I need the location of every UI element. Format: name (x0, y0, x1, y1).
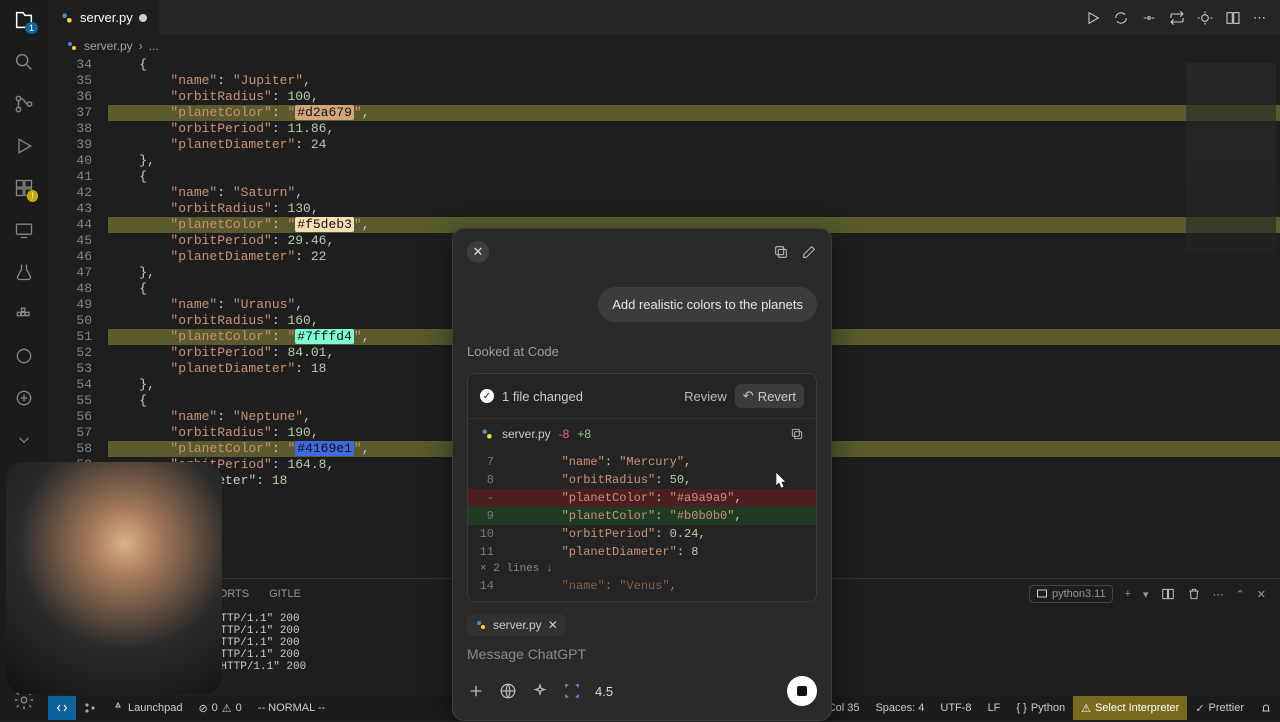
testing-icon[interactable] (12, 260, 36, 284)
explorer-icon[interactable]: 1 (12, 8, 36, 32)
copy-diff-icon[interactable] (790, 427, 804, 441)
status-encoding[interactable]: UTF-8 (932, 696, 979, 720)
ai-looked: Looked at Code (467, 344, 817, 359)
diff-line: 11 "planetDiameter": 8 (468, 543, 816, 561)
tab-filename: server.py (80, 10, 133, 25)
code-line[interactable]: "orbitRadius": 130, (108, 201, 1280, 217)
target-icon[interactable] (563, 682, 581, 700)
plus-icon[interactable] (467, 682, 485, 700)
check-icon: ✓ (480, 389, 494, 403)
edit-icon[interactable] (801, 244, 817, 260)
extensions-icon[interactable]: ! (12, 176, 36, 200)
code-line[interactable]: "orbitPeriod": 11.86, (108, 121, 1280, 137)
chevron-right-icon: › (139, 39, 143, 53)
run-debug-icon[interactable] (12, 134, 36, 158)
code-line[interactable]: }, (108, 153, 1280, 169)
code-line[interactable]: "name": "Saturn", (108, 185, 1280, 201)
breadcrumb-rest: ... (149, 39, 159, 53)
more-icon[interactable]: ⋯ (1253, 10, 1266, 26)
code-line[interactable]: "planetColor": "#d2a679", (108, 105, 1280, 121)
webcam-overlay (6, 462, 222, 694)
vim-mode: -- NORMAL -- (250, 696, 333, 720)
diff-line: 7 "name": "Mercury", (468, 453, 816, 471)
misc-icon-1[interactable] (12, 344, 36, 368)
docker-icon[interactable] (12, 302, 36, 326)
split-icon[interactable] (1225, 10, 1241, 26)
error-icon: ⊘ (198, 702, 207, 715)
status-sync[interactable] (76, 696, 104, 720)
code-line[interactable]: "planetDiameter": 24 (108, 137, 1280, 153)
run-icon[interactable] (1085, 10, 1101, 26)
tab-bar: server.py ⋯ (48, 0, 1280, 35)
code-line[interactable]: "orbitRadius": 100, (108, 89, 1280, 105)
status-spaces[interactable]: Spaces: 4 (867, 696, 932, 720)
ai-prompt: Add realistic colors to the planets (598, 287, 817, 322)
copy-icon[interactable] (773, 244, 789, 260)
source-control-icon[interactable] (12, 92, 36, 116)
model-label[interactable]: 4.5 (595, 684, 613, 699)
tab-server-py[interactable]: server.py (48, 0, 159, 35)
diff-filename: server.py (502, 427, 551, 441)
refresh-icon[interactable] (1113, 10, 1129, 26)
ai-input[interactable]: Message ChatGPT (467, 646, 817, 662)
sparkle-icon[interactable] (531, 682, 549, 700)
diff-line: 8 "orbitRadius": 50, (468, 471, 816, 489)
status-launchpad[interactable]: Launchpad (104, 696, 190, 720)
diff-line: 10 "orbitPeriod": 0.24, (468, 525, 816, 543)
breadcrumb[interactable]: server.py › ... (48, 35, 1280, 57)
remote-indicator[interactable] (48, 696, 76, 720)
trash-icon[interactable] (1187, 587, 1201, 601)
status-lang[interactable]: { } Python (1008, 696, 1073, 720)
misc-icon-2[interactable] (12, 386, 36, 410)
diff-fold[interactable]: × 2 lines ↓ (468, 561, 816, 577)
maximize-icon[interactable]: ⌃ (1236, 588, 1245, 601)
code-line[interactable]: { (108, 57, 1280, 73)
minimap[interactable] (1186, 63, 1276, 253)
close-icon[interactable]: ✕ (467, 241, 489, 263)
terminal-env-icon[interactable]: python3.11 (1029, 585, 1113, 603)
chip-close-icon[interactable]: ✕ (548, 618, 558, 632)
more-icon[interactable]: ⋯ (1213, 588, 1224, 601)
globe-icon[interactable] (499, 682, 517, 700)
review-button[interactable]: Review (684, 389, 727, 404)
diff-line: 9 "planetColor": "#b0b0b0", (468, 507, 816, 525)
changed-label: 1 file changed (502, 389, 583, 404)
status-eol[interactable]: LF (980, 696, 1009, 720)
collapse-icon[interactable] (12, 428, 36, 452)
editor-actions: ⋯ (1085, 10, 1280, 26)
tab-dirty-dot-icon (139, 14, 147, 22)
step-icon[interactable] (1141, 10, 1157, 26)
bug-icon[interactable] (1197, 10, 1213, 26)
ai-panel: ✕ Add realistic colors to the planets Lo… (452, 228, 832, 721)
code-line[interactable]: { (108, 169, 1280, 185)
terminal-add-icon[interactable]: + (1125, 588, 1131, 600)
context-file-chip[interactable]: server.py ✕ (467, 614, 566, 636)
search-icon[interactable] (12, 50, 36, 74)
remote-icon[interactable] (12, 218, 36, 242)
split-terminal-icon[interactable] (1161, 587, 1175, 601)
warning-icon: ⚠ (222, 702, 232, 715)
diff-added: +8 (577, 427, 591, 441)
panel-tab-gitle[interactable]: GITLE (269, 588, 301, 600)
close-panel-icon[interactable]: ✕ (1257, 588, 1266, 601)
mouse-cursor-icon (776, 472, 788, 490)
status-interpreter[interactable]: ⚠ Select Interpreter (1073, 696, 1187, 720)
explorer-badge: 1 (25, 22, 38, 34)
status-bell-icon[interactable] (1252, 696, 1280, 720)
ai-file-changed: ✓ 1 file changed Review ↶ Revert server.… (467, 373, 817, 602)
diff-removed: -8 (559, 427, 570, 441)
loop-icon[interactable] (1169, 10, 1185, 26)
diff-line: - "planetColor": "#a9a9a9", (468, 489, 816, 507)
status-prettier[interactable]: ✓ Prettier (1187, 696, 1252, 720)
revert-icon: ↶ (743, 388, 754, 404)
breadcrumb-file: server.py (84, 39, 133, 53)
revert-button[interactable]: ↶ Revert (735, 384, 804, 408)
chevron-down-icon[interactable]: ▾ (1143, 588, 1149, 601)
status-problems[interactable]: ⊘0 ⚠0 (190, 696, 249, 720)
code-line[interactable]: "name": "Jupiter", (108, 73, 1280, 89)
stop-button[interactable] (787, 676, 817, 706)
